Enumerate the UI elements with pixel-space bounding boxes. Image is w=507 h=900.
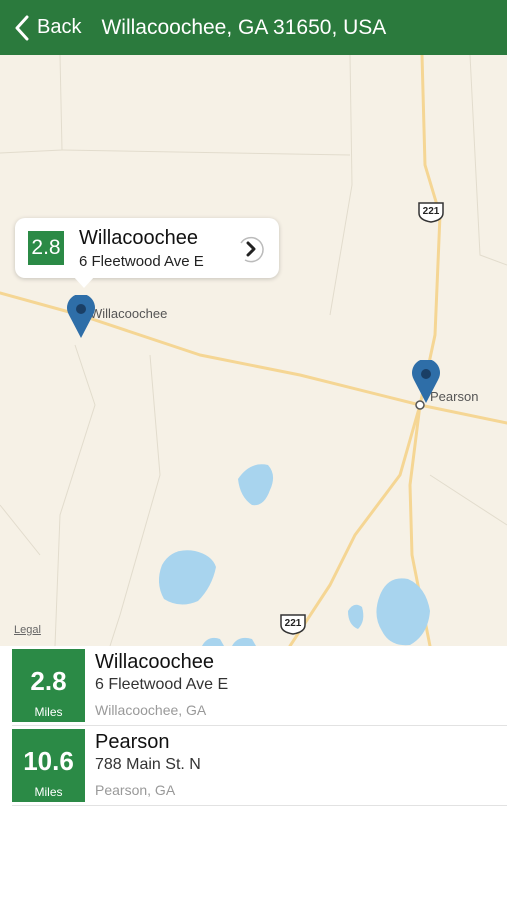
legal-link[interactable]: Legal [14,624,41,636]
location-city: Willacoochee, GA [95,702,207,718]
map-view[interactable]: 221 221 Willacoochee Pearson 2.8 Willaco… [0,55,507,646]
page-title: Willacoochee, GA 31650, USA [101,15,387,39]
map-pin-pearson[interactable] [411,358,441,404]
us-route-shield: 221 [416,201,446,223]
map-callout[interactable]: 2.8 Willacoochee 6 Fleetwood Ave E [15,218,279,288]
list-item[interactable]: 10.6 Miles Pearson 788 Main St. N Pearso… [12,726,507,806]
location-list: 2.8 Miles Willacoochee 6 Fleetwood Ave E… [0,646,507,806]
distance-value: 10.6 [23,746,74,776]
location-city: Pearson, GA [95,782,176,798]
callout-tail [73,276,95,288]
back-button[interactable]: Back [14,15,81,41]
location-address: 788 Main St. N [95,756,201,773]
callout-distance-badge: 2.8 [28,231,64,265]
location-address: 6 Fleetwood Ave E [95,676,229,693]
route-number: 221 [284,618,302,629]
chevron-right-circle-icon[interactable] [235,233,267,265]
us-route-shield: 221 [278,613,308,635]
town-label-willacoochee: Willacoochee [90,306,168,321]
distance-unit: Miles [34,705,63,719]
back-label: Back [37,16,82,38]
map-pin-icon [67,293,95,338]
distance-unit: Miles [34,785,63,799]
chevron-left-icon [15,15,29,40]
distance-badge: 2.8 Miles [12,649,85,722]
callout-address: 6 Fleetwood Ave E [79,253,204,270]
distance-badge: 10.6 Miles [12,729,85,802]
distance-value: 2.8 [30,666,67,696]
nav-bar: Back Willacoochee, GA 31650, USA [0,0,507,55]
map-pin-icon [412,358,440,403]
route-number: 221 [422,206,440,217]
location-name: Willacoochee [95,651,214,673]
location-name: Pearson [95,731,170,753]
map-base [0,55,507,646]
map-pin-willacoochee[interactable] [66,293,96,339]
callout-title: Willacoochee [79,227,198,249]
list-item[interactable]: 2.8 Miles Willacoochee 6 Fleetwood Ave E… [12,646,507,726]
